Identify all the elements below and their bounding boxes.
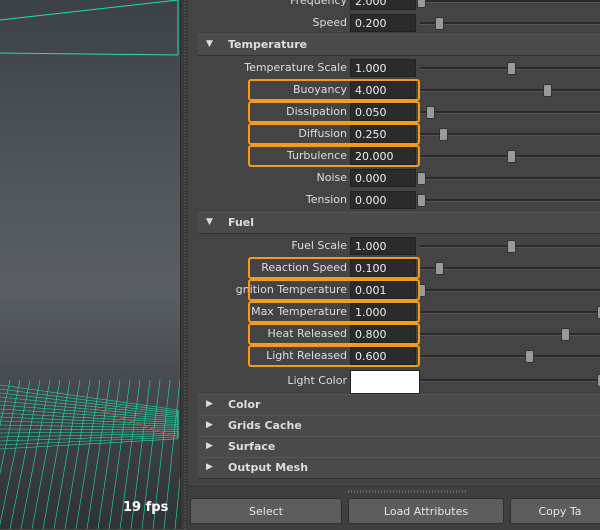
attr-label-tension: Tension — [305, 193, 347, 206]
expand-arrow-icon[interactable]: ▶ — [206, 399, 213, 409]
attr-slider-thumb-reaction-speed[interactable] — [435, 262, 444, 275]
attr-field-tension[interactable]: 0.000 — [350, 191, 416, 209]
attr-slider-tension[interactable] — [417, 194, 600, 207]
section-title-grids-cache: Grids Cache — [228, 419, 302, 432]
highlight-box-gnition-temperature — [248, 279, 420, 301]
attribute-editor: Frequency 2.000 Speed 0.200 ▼ Temperature Temp… — [188, 0, 600, 486]
attr-label-noise: Noise — [316, 171, 347, 184]
3d-viewport[interactable]: 19 fps — [0, 0, 180, 529]
attr-slider-thumb-diffusion[interactable] — [438, 128, 448, 141]
bottom-button-bar: Select Load Attributes Copy Ta — [188, 486, 600, 530]
attr-field-noise[interactable]: 0.000 — [350, 169, 416, 187]
attr-row-fuel-scale: Fuel Scale 1.000 — [188, 235, 600, 257]
select-button[interactable]: Select — [190, 498, 342, 524]
highlight-box-reaction-speed — [248, 257, 420, 279]
attr-slider-diffusion[interactable] — [420, 128, 600, 141]
attr-row-light-color: Light Color — [188, 368, 600, 394]
section-header-fuel[interactable]: ▼ Fuel — [198, 212, 600, 234]
attr-field-speed[interactable]: 0.200 — [350, 14, 416, 32]
section-header-output-mesh[interactable]: ▶ Output Mesh — [198, 457, 600, 479]
attr-row-tension: Tension 0.000 — [188, 189, 600, 211]
highlight-box-buoyancy — [248, 79, 420, 101]
attr-slider-temperature-scale[interactable] — [420, 62, 600, 75]
highlight-box-light-released — [248, 345, 420, 367]
attr-slider-buoyancy[interactable] — [420, 84, 600, 97]
attr-slider-frequency[interactable] — [417, 0, 600, 8]
section-title-temperature: Temperature — [228, 38, 308, 51]
attr-label-fuel-scale: Fuel Scale — [291, 239, 347, 252]
collapse-arrow-icon[interactable]: ▼ — [206, 217, 213, 227]
fps-counter: 19 fps — [123, 500, 169, 515]
highlight-box-dissipation — [248, 101, 420, 123]
highlight-box-max-temperature — [248, 301, 420, 323]
attr-row-frequency: Frequency 2.000 — [188, 0, 600, 12]
attr-field-fuel-scale[interactable]: 1.000 — [350, 237, 416, 255]
attr-slider-thumb-tension[interactable] — [417, 194, 426, 207]
attr-row-speed: Speed 0.200 — [188, 12, 600, 34]
viewport-scene — [0, 0, 180, 529]
section-title-color: Color — [228, 398, 261, 411]
expand-arrow-icon[interactable]: ▶ — [206, 462, 213, 472]
attr-slider-thumb-frequency[interactable] — [417, 0, 426, 8]
attr-slider-dissipation[interactable] — [420, 106, 600, 119]
attr-field-frequency[interactable]: 2.000 — [350, 0, 416, 10]
attr-slider-max-temperature[interactable] — [420, 306, 600, 319]
attr-slider-thumb-dissipation[interactable] — [426, 106, 435, 119]
attr-slider-thumb-fuel-scale[interactable] — [507, 240, 516, 253]
attr-slider-light-released[interactable] — [420, 350, 600, 363]
section-header-color[interactable]: ▶ Color — [198, 394, 600, 416]
attr-slider-thumb-temperature-scale[interactable] — [507, 62, 516, 75]
section-title-fuel: Fuel — [228, 216, 255, 229]
section-header-temperature[interactable]: ▼ Temperature — [198, 34, 600, 56]
attr-slider-thumb-noise[interactable] — [417, 172, 426, 185]
load-attributes-button[interactable]: Load Attributes — [348, 498, 504, 524]
expand-arrow-icon[interactable]: ▶ — [206, 420, 213, 430]
attr-slider-fuel-scale[interactable] — [420, 240, 600, 253]
attr-slider-thumb-heat-released[interactable] — [561, 328, 570, 341]
attr-slider-turbulence[interactable] — [420, 150, 600, 163]
copy-tab-button[interactable]: Copy Ta — [510, 498, 600, 524]
attr-slider-light-color[interactable] — [420, 374, 600, 387]
attr-field-temperature-scale[interactable]: 1.000 — [350, 59, 416, 77]
attr-slider-reaction-speed[interactable] — [420, 262, 600, 275]
attr-label-speed: Speed — [312, 16, 347, 29]
attr-slider-thumb-light-released[interactable] — [525, 350, 534, 363]
section-title-surface: Surface — [228, 440, 276, 453]
attr-label-temperature-scale: Temperature Scale — [244, 61, 347, 74]
attr-label-frequency: Frequency — [290, 0, 347, 7]
attr-slider-thumb-turbulence[interactable] — [507, 150, 516, 163]
collapse-arrow-icon[interactable]: ▼ — [206, 39, 213, 49]
attr-slider-thumb-buoyancy[interactable] — [543, 84, 552, 97]
light-color-swatch[interactable] — [350, 370, 420, 394]
highlight-box-turbulence — [248, 145, 420, 167]
attr-slider-gnition-temperature[interactable] — [417, 284, 600, 297]
drag-handle[interactable] — [348, 490, 468, 493]
highlight-box-diffusion — [248, 123, 420, 145]
attr-label-light-color: Light Color — [287, 374, 347, 387]
section-title-output-mesh: Output Mesh — [228, 461, 309, 474]
attr-slider-noise[interactable] — [417, 172, 600, 185]
attr-row-noise: Noise 0.000 — [188, 167, 600, 189]
attr-slider-heat-released[interactable] — [420, 328, 600, 341]
highlight-box-heat-released — [248, 323, 420, 345]
section-header-grids-cache[interactable]: ▶ Grids Cache — [198, 415, 600, 437]
expand-arrow-icon[interactable]: ▶ — [206, 441, 213, 451]
section-header-surface[interactable]: ▶ Surface — [198, 436, 600, 458]
attr-slider-thumb-speed[interactable] — [435, 17, 444, 30]
attr-row-temperature-scale: Temperature Scale 1.000 — [188, 57, 600, 79]
attr-slider-speed[interactable] — [420, 17, 600, 30]
